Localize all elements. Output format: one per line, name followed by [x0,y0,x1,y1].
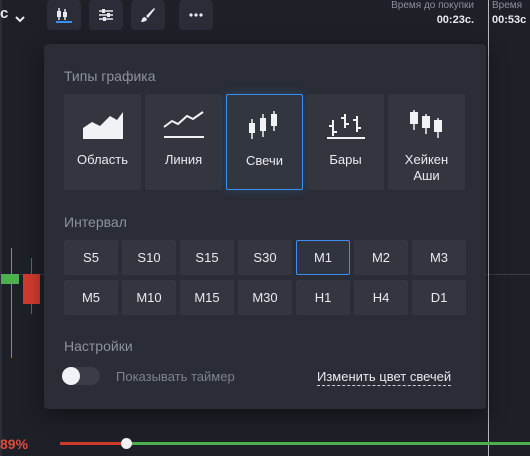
payout-percent: 89% [0,436,29,452]
interval-option[interactable]: M2 [354,240,408,275]
indicators-button[interactable] [89,0,123,30]
expiry-time-value: 00:53с [492,14,527,26]
chart-types-list: Область Линия Свечи Бары Хейкен Аши [64,94,465,190]
asset-label[interactable]: c [0,5,8,22]
settings-title: Настройки [64,338,133,354]
toggle-knob [62,367,80,385]
candles-icon [244,109,286,141]
chart-type-heikin-ashi[interactable]: Хейкен Аши [388,94,465,190]
brush-icon [140,7,156,23]
interval-option[interactable]: H4 [354,280,408,315]
bars-icon [325,108,367,140]
interval-option[interactable]: H1 [296,280,350,315]
interval-option[interactable]: S15 [180,240,234,275]
interval-grid: S5 S10 S15 S30 M1 M2 M3 M5 M10 M15 M30 H… [64,240,466,315]
chart-type-button[interactable] [47,0,81,30]
chart-settings-panel: Типы графика Область Линия Свечи Бары Хе… [44,44,486,409]
show-timer-toggle[interactable] [62,367,100,385]
interval-option[interactable]: M15 [180,280,234,315]
time-progress-fill [60,442,126,445]
heikin-ashi-icon [406,108,448,140]
interval-option-selected[interactable]: M1 [296,240,350,275]
drawing-tools-button[interactable] [131,0,165,30]
interval-option[interactable]: S30 [238,240,292,275]
chart-type-label: Свечи [246,153,283,168]
chart-type-label: Линия [164,152,203,167]
time-progress-bar [60,438,530,449]
interval-title: Интервал [64,214,127,230]
candle-bear [23,274,40,304]
interval-option[interactable]: M3 [412,240,466,275]
chart-type-area[interactable]: Область [64,94,141,190]
show-timer-label: Показывать таймер [116,369,235,384]
interval-option[interactable]: S10 [122,240,176,275]
candle-wick [11,248,12,358]
area-chart-icon [82,108,124,140]
chart-type-bars[interactable]: Бары [307,94,384,190]
expiry-line [488,0,489,456]
more-dots-icon [189,13,203,17]
interval-option[interactable]: M5 [64,280,118,315]
more-button[interactable] [179,0,213,30]
buy-time-value: 00:23с. [436,14,474,26]
interval-option[interactable]: D1 [412,280,466,315]
time-progress-knob[interactable] [121,438,132,449]
chart-type-label: Бары [329,152,362,167]
chart-types-title: Типы графика [64,68,156,84]
chart-type-label: Область [76,152,129,167]
candles-icon [55,7,73,23]
buy-time-title: Время до покупки [391,0,474,11]
chart-type-candles[interactable]: Свечи [226,94,303,190]
line-chart-icon [162,108,205,140]
interval-option[interactable]: M30 [238,280,292,315]
chevron-down-icon[interactable] [15,10,25,28]
change-candle-color-link[interactable]: Изменить цвет свечей [317,369,452,386]
sliders-icon [98,8,114,22]
interval-option[interactable]: M10 [122,280,176,315]
top-toolbar: c Время до покупки 00:23с. Время 00:53с [0,0,530,38]
expiry-time-box: Время 00:53с [492,0,530,30]
chart-type-line[interactable]: Линия [145,94,222,190]
buy-time-box: Время до покупки 00:23с. [370,0,474,30]
chart-left-border [0,0,2,456]
chart-type-label: Хейкен Аши [404,152,449,183]
interval-option[interactable]: S5 [64,240,118,275]
expiry-time-title: Время [492,0,523,11]
candle-bull [1,274,19,284]
